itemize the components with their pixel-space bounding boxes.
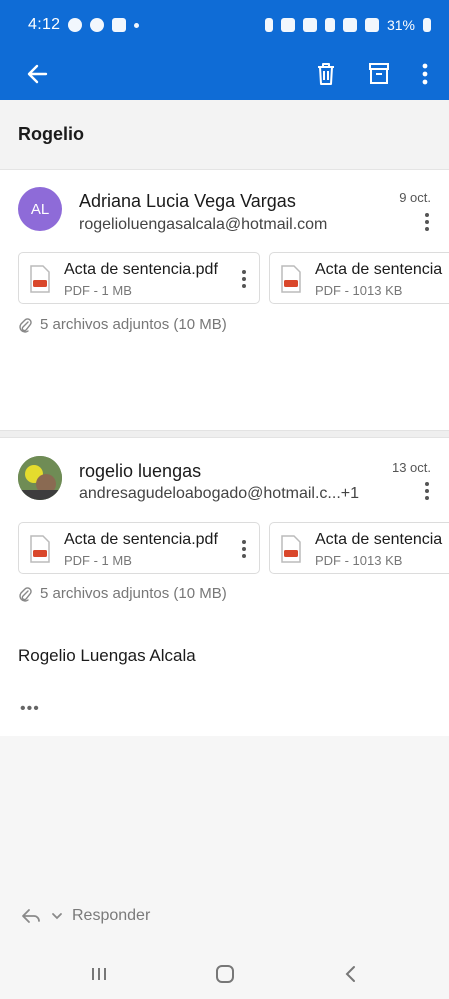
system-nav-bar xyxy=(0,950,449,999)
battery-icon xyxy=(423,18,431,32)
delete-button[interactable] xyxy=(308,56,344,92)
message-more-button[interactable] xyxy=(415,209,439,235)
attachment-name: Acta de sentencia.pdf xyxy=(64,261,218,278)
battery-percent: 31% xyxy=(386,17,415,33)
top-bar: 4:12 31% xyxy=(0,0,449,100)
cloud-icon xyxy=(90,18,105,32)
more-options-button[interactable] xyxy=(407,56,443,92)
signal-bars-2-icon xyxy=(364,18,379,32)
reply-bar[interactable]: Responder xyxy=(0,894,449,938)
attachment-card[interactable]: Acta de sentencia.pdf PDF - 1 MB xyxy=(18,252,260,304)
attachment-card[interactable]: Acta de sentencia PDF - 1013 KB xyxy=(269,252,449,304)
trash-icon xyxy=(318,63,334,85)
more-vert-icon xyxy=(425,213,429,231)
message-card[interactable]: AL Adriana Lucia Vega Vargas rogelioluen… xyxy=(0,171,449,430)
attachment-more-button[interactable] xyxy=(235,266,253,292)
message-card[interactable]: rogelio luengas andresagudeloabogado@hot… xyxy=(0,439,449,736)
more-vert-icon xyxy=(242,540,246,558)
attachments-summary[interactable]: 5 archivos adjuntos (10 MB) xyxy=(18,316,227,333)
sender-name: rogelio luengas xyxy=(79,461,202,481)
message-date: 9 oct. xyxy=(399,190,431,205)
reply-icon xyxy=(22,909,40,923)
attachment-meta: PDF - 1013 KB xyxy=(315,283,403,298)
attachments-summary-text: 5 archivos adjuntos (10 MB) xyxy=(40,316,227,333)
avatar-photo-icon xyxy=(18,456,62,500)
attachment-meta: PDF - 1013 KB xyxy=(315,553,403,568)
more-vert-icon xyxy=(425,482,429,500)
pdf-file-icon xyxy=(30,265,50,293)
attachment-meta: PDF - 1 MB xyxy=(64,283,132,298)
back-arrow-icon xyxy=(27,64,48,84)
message-date: 13 oct. xyxy=(391,460,431,475)
chevron-down-icon[interactable] xyxy=(50,909,64,923)
sender-email: andresagudeloabogado@hotmail.c...+1 xyxy=(79,485,359,502)
status-time: 4:12 xyxy=(28,16,61,33)
attachment-name: Acta de sentencia xyxy=(315,261,443,278)
home-icon xyxy=(216,965,234,983)
app-bar xyxy=(0,50,449,100)
pdf-file-icon xyxy=(281,535,301,563)
sender-name: Adriana Lucia Vega Vargas xyxy=(79,191,296,211)
attachment-card[interactable]: Acta de sentencia PDF - 1013 KB xyxy=(269,522,449,574)
youtube-icon xyxy=(112,18,127,32)
home-button[interactable] xyxy=(210,960,240,988)
attachments-summary-text: 5 archivos adjuntos (10 MB) xyxy=(40,585,227,602)
more-vert-icon xyxy=(242,270,246,288)
pdf-file-icon xyxy=(281,265,301,293)
recents-button[interactable] xyxy=(84,960,114,988)
back-nav-button[interactable] xyxy=(336,960,366,988)
avatar: AL xyxy=(18,187,62,231)
notification-dot-icon xyxy=(134,22,140,28)
sender-email: rogelioluengasalcala@hotmail.com xyxy=(79,216,328,233)
back-chevron-icon xyxy=(345,966,355,982)
attachment-meta: PDF - 1 MB xyxy=(64,553,132,568)
signal-4g-icon xyxy=(324,18,335,32)
whatsapp-icon xyxy=(68,18,83,32)
status-bar: 4:12 31% xyxy=(0,0,449,50)
bluetooth-icon xyxy=(264,18,273,32)
thread-subject: Rogelio xyxy=(18,124,84,144)
avatar-initials: AL xyxy=(30,200,50,218)
attachments-summary[interactable]: 5 archivos adjuntos (10 MB) xyxy=(18,585,227,602)
signal-bars-icon xyxy=(342,18,357,32)
archive-icon xyxy=(369,63,389,84)
paperclip-icon xyxy=(19,586,32,602)
message-body: Rogelio Luengas Alcala xyxy=(18,646,196,665)
show-more-button[interactable]: ••• xyxy=(20,700,40,718)
back-button[interactable] xyxy=(20,56,56,92)
attachment-name: Acta de sentencia.pdf xyxy=(64,531,218,548)
mute-icon xyxy=(280,18,295,32)
attachment-name: Acta de sentencia xyxy=(315,531,443,548)
attachment-card[interactable]: Acta de sentencia.pdf PDF - 1 MB xyxy=(18,522,260,574)
volte-icon xyxy=(302,18,317,32)
paperclip-icon xyxy=(19,317,32,333)
pdf-file-icon xyxy=(30,535,50,563)
message-more-button[interactable] xyxy=(415,478,439,504)
attachment-more-button[interactable] xyxy=(235,536,253,562)
more-vert-icon xyxy=(422,63,428,85)
message-divider xyxy=(0,430,449,438)
avatar xyxy=(18,456,62,500)
archive-button[interactable] xyxy=(361,56,397,92)
recents-icon xyxy=(92,968,106,980)
reply-label[interactable]: Responder xyxy=(72,907,150,925)
thread-subject-header: Rogelio xyxy=(0,100,449,170)
